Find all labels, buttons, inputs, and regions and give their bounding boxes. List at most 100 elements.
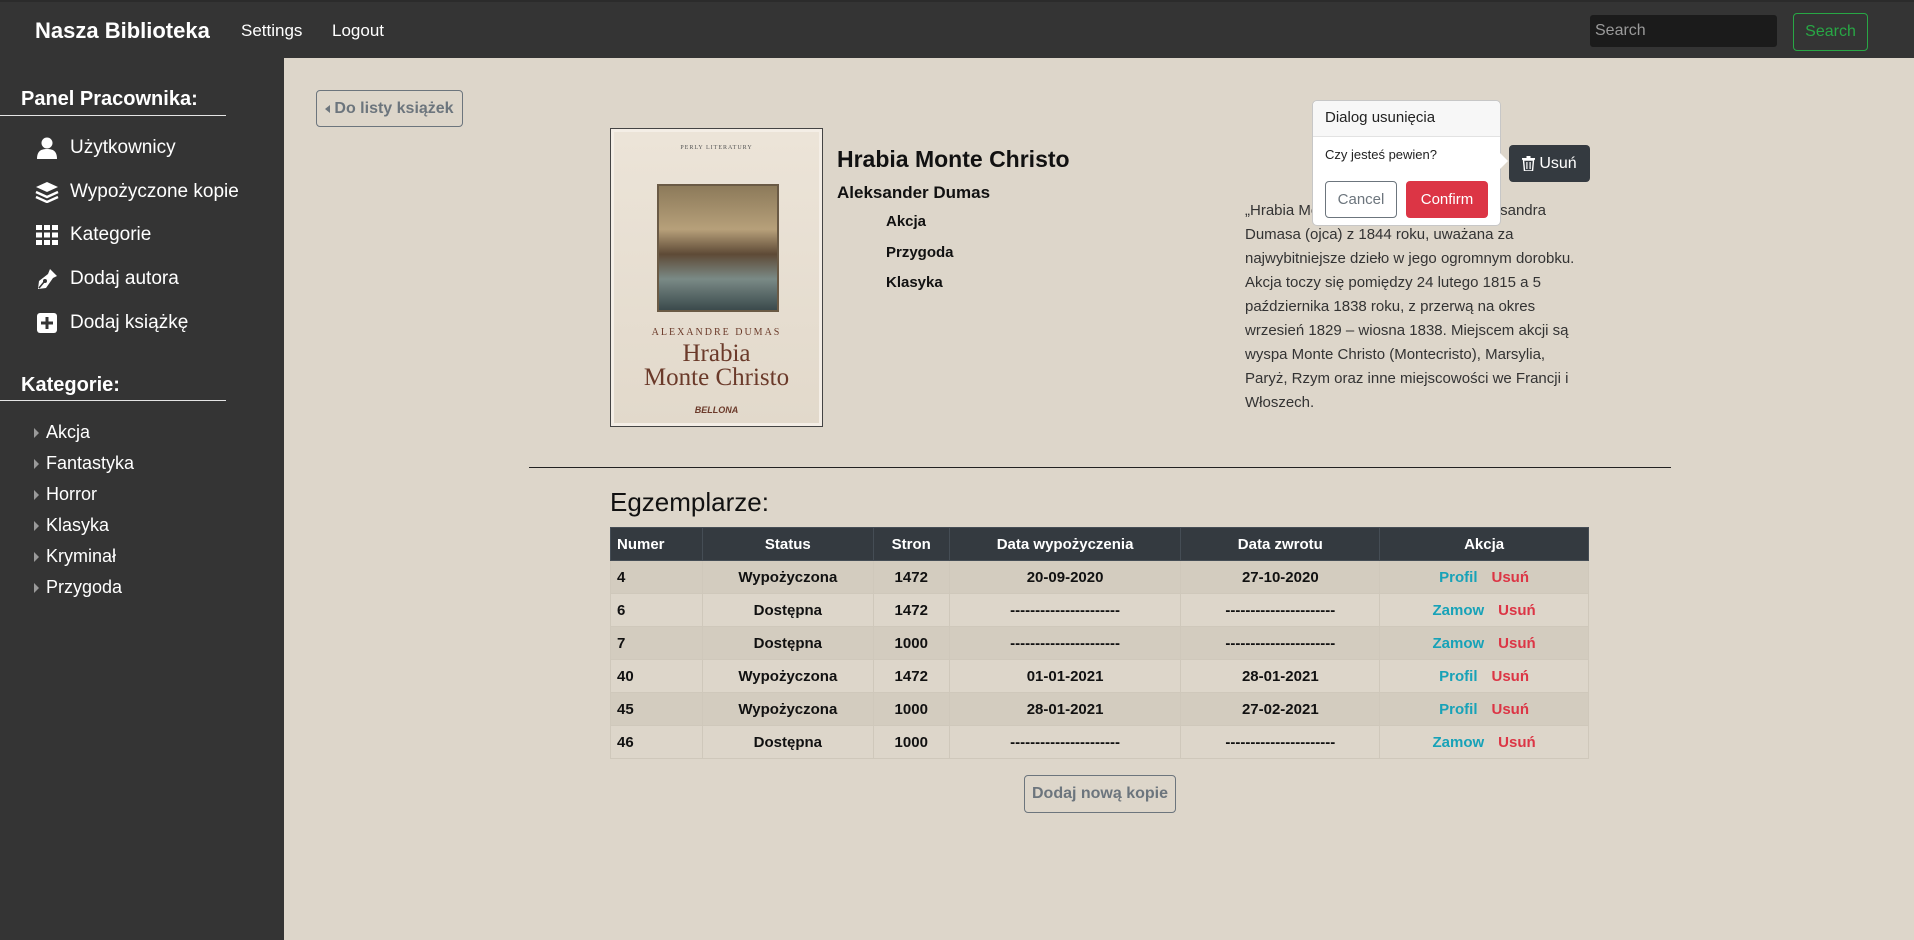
category-label: Fantastyka <box>46 453 135 473</box>
category-item-fantastyka[interactable]: Fantastyka <box>34 453 134 474</box>
category-item-akcja[interactable]: Akcja <box>34 422 90 443</box>
sidebar: Panel Pracownika: Użytkownicy Wypożyczon… <box>0 58 284 940</box>
category-item-klasyka[interactable]: Klasyka <box>34 515 109 536</box>
cell-status: Dostępna <box>701 593 874 627</box>
sidebar-item-label: Dodaj autora <box>70 268 179 289</box>
cell-status: Wypożyczona <box>701 659 874 693</box>
cell-numer: 7 <box>610 626 703 660</box>
book-cover-image: PERLY LITERATURY ALEXANDRE DUMAS Hrabia … <box>610 128 823 427</box>
cell-akcja: Profil Usuń <box>1379 659 1589 693</box>
cover-series-label: PERLY LITERATURY <box>680 145 753 151</box>
sidebar-item-label: Dodaj książkę <box>70 312 189 333</box>
cell-data-zwrotu: 28-01-2021 <box>1180 659 1381 693</box>
column-header-akcja: Akcja <box>1379 527 1589 561</box>
caret-right-icon <box>34 582 39 593</box>
layers-icon <box>34 180 60 204</box>
cell-data-zwrotu: 27-10-2020 <box>1180 560 1381 594</box>
delete-copy-link[interactable]: Usuń <box>1492 668 1530 685</box>
cell-akcja: Zamow Usuń <box>1379 725 1589 759</box>
delete-copy-link[interactable]: Usuń <box>1498 734 1536 751</box>
caret-left-icon <box>325 104 331 113</box>
column-header-status: Status <box>701 527 874 561</box>
book-description: „Hrabia Monte Christo” – powieść Aleksan… <box>1245 202 1575 411</box>
cell-status: Wypożyczona <box>701 692 874 726</box>
category-label: Horror <box>46 484 98 504</box>
cell-akcja: Profil Usuń <box>1379 692 1589 726</box>
delete-copy-link[interactable]: Usuń <box>1492 569 1530 586</box>
back-to-books-button[interactable]: Do listy książek <box>316 90 463 127</box>
order-link[interactable]: Zamow <box>1432 602 1484 619</box>
column-header-numer: Numer <box>610 527 703 561</box>
delete-copy-link[interactable]: Usuń <box>1498 635 1536 652</box>
cell-data-wypozyczenia: 28-01-2021 <box>948 692 1182 726</box>
book-category: Przygoda <box>886 244 954 261</box>
cover-publisher: BELLONA <box>694 405 739 415</box>
trash-icon <box>1522 156 1536 171</box>
cell-data-wypozyczenia: ---------------------- <box>948 725 1182 759</box>
cell-numer: 45 <box>610 692 703 726</box>
delete-copy-link[interactable]: Usuń <box>1492 701 1530 718</box>
table-header-row: Numer Status Stron Data wypożyczenia Dat… <box>610 527 1589 561</box>
cover-title-line: Monte Christo <box>643 364 790 391</box>
sidebar-item-label: Wypożyczone kopie <box>70 181 239 202</box>
delete-book-button[interactable]: Usuń <box>1509 145 1590 182</box>
nav-link-settings[interactable]: Settings <box>241 21 302 41</box>
book-author: Aleksander Dumas <box>837 183 991 202</box>
sidebar-item-add-book[interactable]: Dodaj książkę <box>34 308 188 338</box>
profile-link[interactable]: Profil <box>1439 668 1477 685</box>
caret-right-icon <box>34 489 39 500</box>
book-category: Klasyka <box>886 274 943 291</box>
add-new-copy-button[interactable]: Dodaj nową kopie <box>1024 775 1176 813</box>
cover-artwork: PERLY LITERATURY ALEXANDRE DUMAS Hrabia … <box>614 132 819 423</box>
dialog-confirm-button[interactable]: Confirm <box>1406 181 1488 218</box>
cell-numer: 40 <box>610 659 703 693</box>
delete-copy-link[interactable]: Usuń <box>1498 602 1536 619</box>
cell-stron: 1472 <box>872 560 950 594</box>
category-item-przygoda[interactable]: Przygoda <box>34 577 122 598</box>
cell-data-wypozyczenia: 01-01-2021 <box>948 659 1182 693</box>
cell-numer: 6 <box>610 593 703 627</box>
category-label: Przygoda <box>46 577 123 597</box>
nav-link-logout[interactable]: Logout <box>332 21 384 41</box>
brand-logo-text[interactable]: Nasza Biblioteka <box>35 18 210 44</box>
sidebar-item-label: Użytkownicy <box>70 137 176 158</box>
cell-data-zwrotu: ---------------------- <box>1180 725 1381 759</box>
sidebar-item-categories[interactable]: Kategorie <box>34 220 151 250</box>
column-header-stron: Stron <box>872 527 950 561</box>
cover-title-line: Hrabia <box>682 340 751 367</box>
search-input[interactable] <box>1590 15 1777 47</box>
table-row: 46 Dostępna 1000 ---------------------- … <box>610 725 1589 759</box>
table-row: 7 Dostępna 1000 ---------------------- -… <box>610 626 1589 660</box>
cell-data-zwrotu: 27-02-2021 <box>1180 692 1381 726</box>
section-divider <box>529 467 1671 468</box>
cell-data-zwrotu: ---------------------- <box>1180 593 1381 627</box>
cell-stron: 1000 <box>872 692 950 726</box>
search-button[interactable]: Search <box>1793 13 1868 51</box>
category-item-horror[interactable]: Horror <box>34 484 97 505</box>
order-link[interactable]: Zamow <box>1432 635 1484 652</box>
table-row: 4 Wypożyczona 1472 20-09-2020 27-10-2020… <box>610 560 1589 594</box>
panel-heading: Panel Pracownika: <box>21 88 198 110</box>
category-item-kryminal[interactable]: Kryminał <box>34 546 116 567</box>
sidebar-item-add-author[interactable]: Dodaj autora <box>34 264 179 294</box>
sidebar-item-borrowed-copies[interactable]: Wypożyczone kopie <box>34 177 239 207</box>
dialog-cancel-button[interactable]: Cancel <box>1325 181 1397 218</box>
profile-link[interactable]: Profil <box>1439 569 1477 586</box>
cover-painting <box>657 184 779 312</box>
plus-square-icon <box>34 311 60 335</box>
order-link[interactable]: Zamow <box>1432 734 1484 751</box>
delete-dialog-popover: Dialog usunięcia Czy jesteś pewien? Canc… <box>1312 100 1508 226</box>
cell-data-zwrotu: ---------------------- <box>1180 626 1381 660</box>
profile-link[interactable]: Profil <box>1439 701 1477 718</box>
copies-heading: Egzemplarze: <box>610 487 769 517</box>
popover-arrow <box>1500 153 1508 169</box>
sidebar-item-users[interactable]: Użytkownicy <box>34 133 176 163</box>
cell-stron: 1472 <box>872 659 950 693</box>
back-button-label: Do listy książek <box>334 99 454 117</box>
book-category: Akcja <box>886 213 927 230</box>
book-title: Hrabia Monte Christo <box>837 146 1070 172</box>
panel-heading-underline <box>0 115 226 116</box>
category-label: Akcja <box>46 422 91 442</box>
cell-akcja: Zamow Usuń <box>1379 593 1589 627</box>
categories-heading-underline <box>0 400 226 401</box>
